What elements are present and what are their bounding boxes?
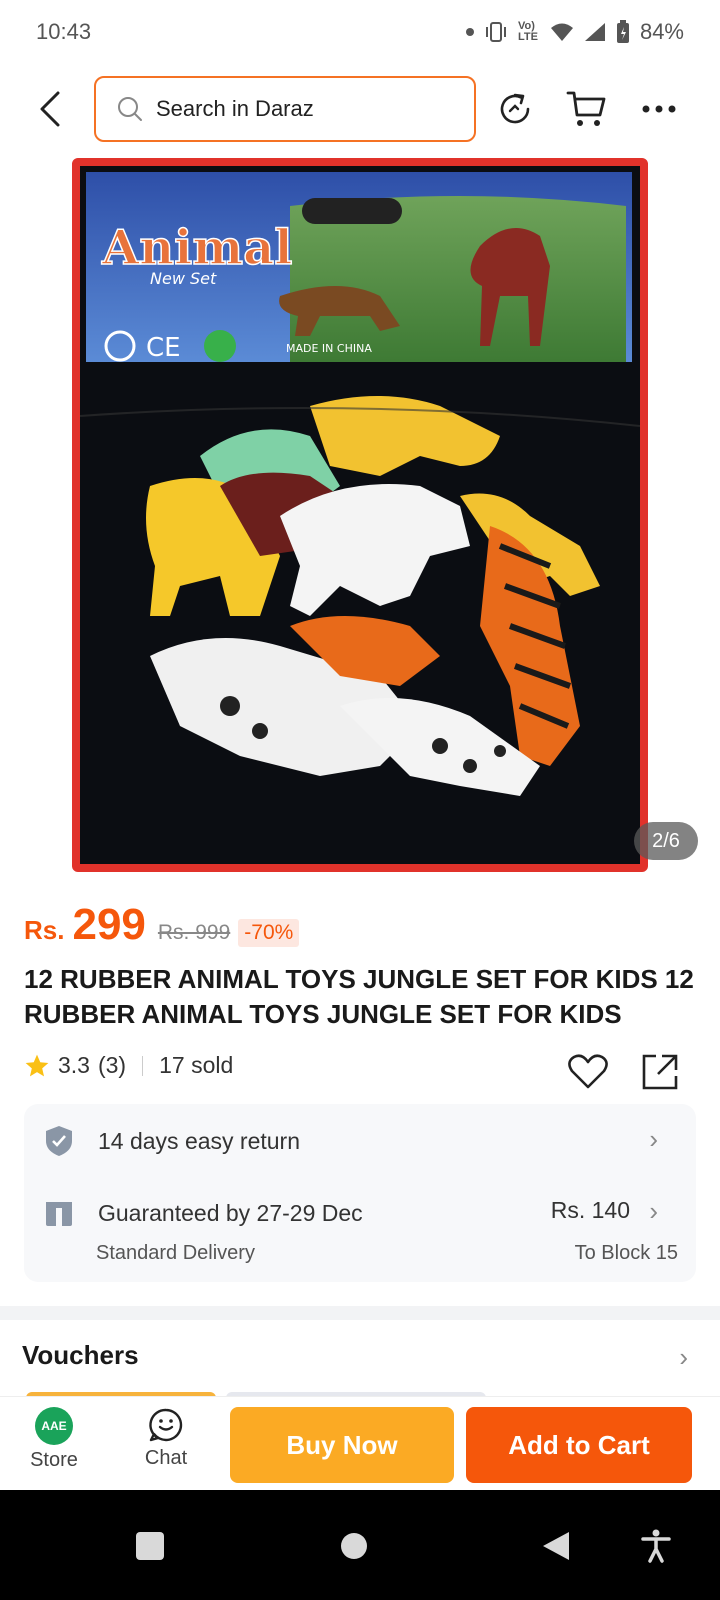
back-button[interactable]: [30, 86, 70, 132]
accessibility-icon: [641, 1529, 671, 1563]
wifi-icon: [550, 22, 574, 42]
volte-icon: Vo) LTE: [517, 20, 538, 43]
share-button[interactable]: [638, 1050, 682, 1094]
rating-row[interactable]: 3.3 (3) 17 sold: [24, 1052, 233, 1079]
triangle-back-icon: [543, 1532, 569, 1560]
search-input[interactable]: Search in Daraz: [94, 76, 476, 142]
product-photo: Animal New Set CE MADE IN CHINA: [80, 166, 640, 864]
store-label: Store: [30, 1449, 78, 1471]
product-title: 12 RUBBER ANIMAL TOYS JUNGLE SET FOR KID…: [24, 964, 694, 1029]
chevron-right-icon: ›: [649, 1196, 658, 1226]
divider: [142, 1055, 144, 1076]
clock: 10:43: [36, 19, 92, 44]
return-policy-row[interactable]: 14 days easy return ›: [44, 1124, 676, 1158]
delivery-row[interactable]: Guaranteed by 27-29 Dec Rs. 140 ›: [44, 1196, 676, 1230]
battery-level: 84%: [639, 19, 684, 44]
vouchers-title[interactable]: Vouchers: [22, 1340, 139, 1371]
brand-text: Animal: [101, 220, 293, 276]
share-icon: [642, 1054, 678, 1090]
vibrate-icon: [484, 21, 508, 43]
accessibility-button[interactable]: [634, 1524, 678, 1568]
heart-icon: [568, 1054, 608, 1089]
cart-icon: [566, 91, 606, 126]
chat-label: Chat: [144, 1447, 188, 1469]
delivery-method: Standard Delivery: [96, 1242, 255, 1264]
signal-icon: [584, 22, 606, 42]
search-icon: [118, 97, 142, 121]
brand-subtitle: New Set: [150, 269, 217, 288]
price-row: Rs. 299 Rs. 999 -70%: [24, 900, 300, 950]
price-currency: Rs.: [24, 915, 65, 945]
notification-dot-icon: [465, 28, 474, 36]
battery-icon: [616, 20, 630, 44]
search-placeholder: Search in Daraz: [156, 96, 314, 121]
refresh-button[interactable]: [492, 86, 538, 132]
chevron-left-icon: [40, 91, 60, 127]
more-icon: [642, 105, 676, 113]
back-nav-button[interactable]: [534, 1524, 578, 1568]
image-counter: 2/6: [634, 822, 698, 860]
product-gallery[interactable]: Animal New Set CE MADE IN CHINA 2/6: [0, 156, 720, 876]
ce-mark: CE: [146, 333, 181, 363]
more-button[interactable]: [636, 86, 682, 132]
refresh-icon: [500, 93, 530, 124]
wishlist-button[interactable]: [566, 1050, 610, 1094]
section-divider: [0, 1306, 720, 1320]
chat-icon: [149, 1408, 183, 1442]
circle-icon: [341, 1533, 367, 1559]
delivery-destination: To Block 15: [574, 1242, 678, 1264]
chevron-right-icon[interactable]: ›: [679, 1342, 688, 1373]
chat-button[interactable]: Chat: [126, 1407, 206, 1470]
bottom-action-bar: AAE Store Chat Buy Now Add to Cart: [0, 1396, 720, 1490]
status-bar: 10:43 Vo) LTE 84%: [0, 0, 720, 64]
gift-box-icon: [46, 1202, 72, 1226]
square-icon: [136, 1532, 164, 1560]
current-price: 299: [72, 900, 146, 949]
rating-score: 3.3: [58, 1052, 90, 1078]
made-in-text: MADE IN CHINA: [286, 342, 372, 355]
add-to-cart-button[interactable]: Add to Cart: [466, 1407, 692, 1483]
product-image[interactable]: Animal New Set CE MADE IN CHINA: [72, 158, 648, 872]
recents-button[interactable]: [128, 1524, 172, 1568]
store-button[interactable]: AAE Store: [14, 1407, 94, 1472]
delivery-card: 14 days easy return › Guaranteed by 27-2…: [24, 1104, 696, 1282]
star-icon: [25, 1054, 49, 1076]
sold-count: 17 sold: [159, 1052, 234, 1078]
chevron-right-icon: ›: [649, 1124, 658, 1154]
discount-badge: -70%: [238, 919, 300, 947]
shield-check-icon: [46, 1126, 72, 1156]
guarantee-label: Guaranteed by 27-29 Dec: [98, 1199, 363, 1226]
store-logo: AAE: [35, 1407, 73, 1445]
return-label: 14 days easy return: [98, 1127, 301, 1154]
top-header: Search in Daraz: [0, 74, 720, 144]
delivery-fee: Rs. 140: [550, 1197, 630, 1223]
status-icons: Vo) LTE 84%: [465, 19, 684, 45]
original-price: Rs. 999: [157, 921, 231, 944]
cart-button[interactable]: [564, 86, 610, 132]
home-button[interactable]: [332, 1524, 376, 1568]
system-nav-bar: [0, 1490, 720, 1600]
buy-now-button[interactable]: Buy Now: [230, 1407, 454, 1483]
rating-count: (3): [97, 1052, 127, 1078]
